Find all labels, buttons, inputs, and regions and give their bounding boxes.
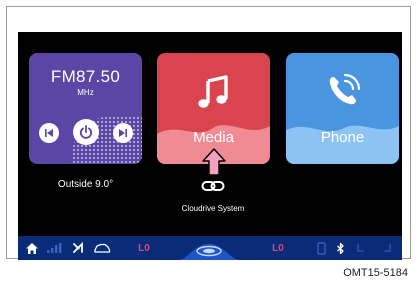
- pointer-arrow-icon: [202, 148, 226, 176]
- car-button[interactable]: [90, 236, 114, 260]
- fan-button[interactable]: [68, 236, 88, 260]
- car-icon: [94, 243, 111, 253]
- status-bar: L0 L0: [18, 236, 402, 260]
- left-temperature[interactable]: L0: [132, 236, 156, 260]
- fan-icon: [73, 241, 83, 253]
- music-note-icon: [198, 75, 228, 108]
- right-temperature[interactable]: L0: [266, 236, 290, 260]
- seat-heat-left-button[interactable]: [352, 236, 368, 260]
- media-label: Media: [193, 129, 234, 146]
- radio-tile[interactable]: FM87.50 MHz: [29, 53, 142, 164]
- infotainment-screen: FM87.50 MHz Media Phone Outside 9.0° Clo…: [18, 32, 402, 260]
- outside-temperature: Outside 9.0°: [57, 179, 114, 190]
- next-icon: [119, 129, 127, 137]
- radio-unit: MHz: [77, 88, 94, 97]
- signal-indicator: [44, 236, 64, 260]
- home-icon: [26, 242, 38, 254]
- phone-tile[interactable]: Phone: [286, 53, 399, 164]
- center-dial-icon: [178, 244, 240, 260]
- bluetooth-icon: [336, 242, 344, 254]
- cloudrive-label[interactable]: Cloudrive System: [148, 204, 278, 213]
- phone-icon: [329, 73, 361, 105]
- radio-frequency: FM87.50: [50, 67, 121, 86]
- phone-label: Phone: [320, 129, 365, 146]
- previous-icon: [45, 129, 53, 137]
- power-button[interactable]: [73, 119, 99, 145]
- next-button[interactable]: [113, 123, 133, 143]
- seat-heat-right-icon: [384, 243, 391, 252]
- seat-heat-right-button[interactable]: [380, 236, 396, 260]
- phone-status-icon: [316, 241, 326, 255]
- center-control[interactable]: [178, 236, 240, 260]
- seat-heat-left-icon: [357, 243, 364, 252]
- link-icon[interactable]: [201, 178, 225, 194]
- home-button[interactable]: [22, 236, 42, 260]
- figure-caption: OMT15-5184: [343, 267, 408, 279]
- previous-button[interactable]: [39, 123, 59, 143]
- power-icon: [79, 125, 93, 139]
- signal-icon: [47, 243, 62, 253]
- phone-status: [312, 236, 330, 260]
- bluetooth-status: [332, 236, 348, 260]
